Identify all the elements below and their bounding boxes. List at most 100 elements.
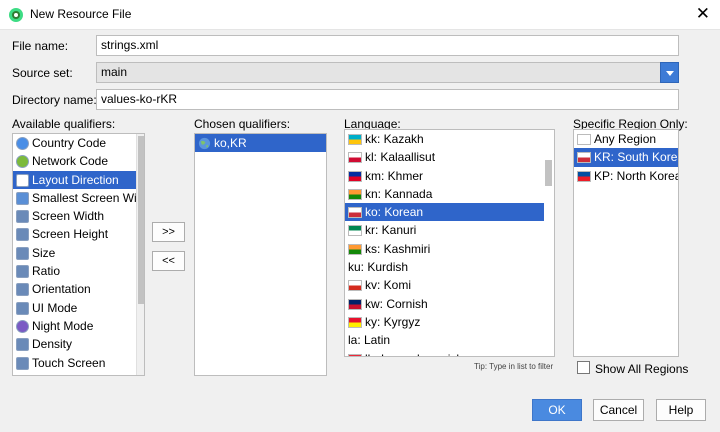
qualifier-item[interactable]: Density — [13, 335, 144, 353]
language-item[interactable]: kw: Cornish — [345, 295, 544, 313]
screen-height-icon — [16, 228, 29, 242]
language-item[interactable]: kr: Kanuri — [345, 221, 544, 239]
language-label: kw: Cornish — [365, 296, 428, 311]
region-item[interactable]: KR: South Korea — [574, 148, 679, 167]
file-name-label: File name: — [12, 39, 69, 53]
add-qualifier-button[interactable]: >> — [152, 222, 185, 242]
scrollbar-thumb[interactable] — [545, 160, 552, 186]
close-icon[interactable]: ✕ — [696, 4, 710, 24]
region-label: KP: North Korea — [594, 168, 679, 183]
qualifier-label: Touch Screen — [32, 355, 106, 370]
region-list[interactable]: Any Region KR: South Korea KP: North Korea — [573, 129, 679, 357]
language-item[interactable]: ko: Korean — [345, 203, 544, 222]
language-item[interactable]: km: Khmer — [345, 167, 544, 185]
qualifier-label: Density — [32, 337, 73, 352]
qualifier-item[interactable]: Country Code — [13, 134, 144, 152]
chosen-qualifiers-label: Chosen qualifiers: — [194, 117, 291, 131]
language-item[interactable]: kv: Komi — [345, 276, 544, 294]
density-icon — [16, 338, 29, 352]
globe-icon — [198, 137, 211, 150]
qualifier-item[interactable]: Screen Height — [13, 225, 144, 243]
flag-north-korea-icon — [577, 170, 591, 182]
title-bar: New Resource File ✕ — [0, 0, 720, 30]
chosen-qualifier-item[interactable]: ko,KR — [195, 134, 326, 153]
language-item[interactable]: ks: Kashmiri — [345, 240, 544, 258]
night-mode-icon — [16, 319, 29, 333]
language-label: kr: Kanuri — [365, 223, 417, 238]
file-name-input[interactable]: strings.xml — [96, 35, 679, 56]
cancel-button[interactable]: Cancel — [593, 399, 644, 421]
language-item[interactable]: ky: Kyrgyz — [345, 313, 544, 331]
source-set-select[interactable]: main — [96, 62, 661, 83]
qualifier-label: Screen Width — [32, 209, 105, 224]
language-label: la: Latin — [348, 333, 391, 348]
source-set-label: Source set: — [12, 66, 73, 80]
help-button[interactable]: Help — [656, 399, 706, 421]
qualifier-item[interactable]: Night Mode — [13, 317, 144, 335]
ratio-icon — [16, 265, 29, 279]
directory-name-label: Directory name: — [12, 93, 97, 107]
qualifier-label: Orientation — [32, 282, 91, 297]
flag-cambodia-icon — [348, 170, 362, 182]
available-qualifiers-list[interactable]: Country Code Network Code Layout Direction… — [12, 133, 145, 376]
layout-direction-icon — [16, 173, 29, 187]
language-item[interactable]: ku: Kurdish — [345, 258, 544, 276]
chevron-down-icon[interactable] — [660, 62, 679, 83]
qualifier-label: Smallest Screen Widt — [32, 190, 145, 205]
qualifier-item[interactable]: Network Code — [13, 152, 144, 170]
language-item[interactable]: kk: Kazakh — [345, 130, 544, 148]
language-label: ku: Kurdish — [348, 260, 409, 275]
language-item[interactable]: kl: Kalaallisut — [345, 148, 544, 166]
size-icon — [16, 246, 29, 260]
language-label: ks: Kashmiri — [365, 241, 431, 256]
qualifier-item[interactable]: Ratio — [13, 262, 144, 280]
region-label: KR: South Korea — [594, 150, 679, 165]
qualifier-item[interactable]: Layout Direction — [13, 170, 144, 189]
region-item[interactable]: Any Region — [574, 130, 678, 148]
language-item[interactable]: kn: Kannada — [345, 185, 544, 203]
qualifier-item[interactable]: Touch Screen — [13, 354, 144, 372]
filter-tip: Tip: Type in list to filter — [474, 362, 554, 371]
language-label: ky: Kyrgyz — [365, 314, 421, 329]
language-label: km: Khmer — [365, 168, 424, 183]
qualifier-label: Screen Height — [32, 227, 109, 242]
region-item[interactable]: KP: North Korea — [574, 167, 678, 185]
directory-name-input[interactable]: values-ko-rKR — [96, 89, 679, 110]
language-label: kl: Kalaallisut — [365, 150, 436, 165]
language-list[interactable]: kk: Kazakh kl: Kalaallisut km: Khmer kn: Ka… — [344, 129, 555, 357]
ok-button[interactable]: OK — [532, 399, 582, 421]
window-title: New Resource File — [30, 7, 132, 21]
region-label: Any Region — [594, 132, 657, 146]
remove-qualifier-button[interactable]: << — [152, 251, 185, 271]
qualifier-item[interactable]: Screen Width — [13, 207, 144, 225]
chosen-qualifiers-list[interactable]: ko,KR — [194, 133, 327, 376]
flag-greenland-icon — [348, 152, 362, 164]
qualifier-label: Network Code — [32, 154, 109, 169]
qualifier-label: Layout Direction — [32, 172, 119, 187]
show-all-regions-checkbox[interactable] — [577, 361, 590, 374]
flag-nigeria-icon — [348, 225, 362, 237]
language-label: kk: Kazakh — [365, 132, 424, 146]
scrollbar-thumb[interactable] — [138, 136, 144, 304]
qualifier-label: Country Code — [32, 136, 107, 150]
qualifier-item[interactable]: Size — [13, 244, 144, 262]
android-studio-icon — [9, 8, 23, 22]
qualifier-item[interactable]: UI Mode — [13, 299, 144, 317]
flag-uk-icon — [348, 298, 362, 310]
language-scrollbar[interactable] — [544, 130, 554, 356]
qualifier-item[interactable]: Smallest Screen Widt — [13, 189, 144, 207]
available-qualifiers-scrollbar[interactable] — [136, 134, 144, 375]
smallest-screen-width-icon — [16, 191, 29, 205]
language-item[interactable]: la: Latin — [345, 331, 544, 349]
show-all-regions-label: Show All Regions — [595, 362, 689, 376]
screen-width-icon — [16, 210, 29, 224]
ui-mode-icon — [16, 301, 29, 315]
language-item[interactable]: lb: Luxembourgish — [345, 350, 544, 356]
touch-screen-icon — [16, 356, 29, 370]
network-code-icon — [16, 155, 29, 169]
flag-russia-icon — [348, 280, 362, 292]
blank-flag-icon — [577, 134, 591, 145]
qualifier-label: Size — [32, 245, 56, 260]
flag-korea-icon — [348, 207, 362, 219]
qualifier-item[interactable]: Orientation — [13, 280, 144, 298]
